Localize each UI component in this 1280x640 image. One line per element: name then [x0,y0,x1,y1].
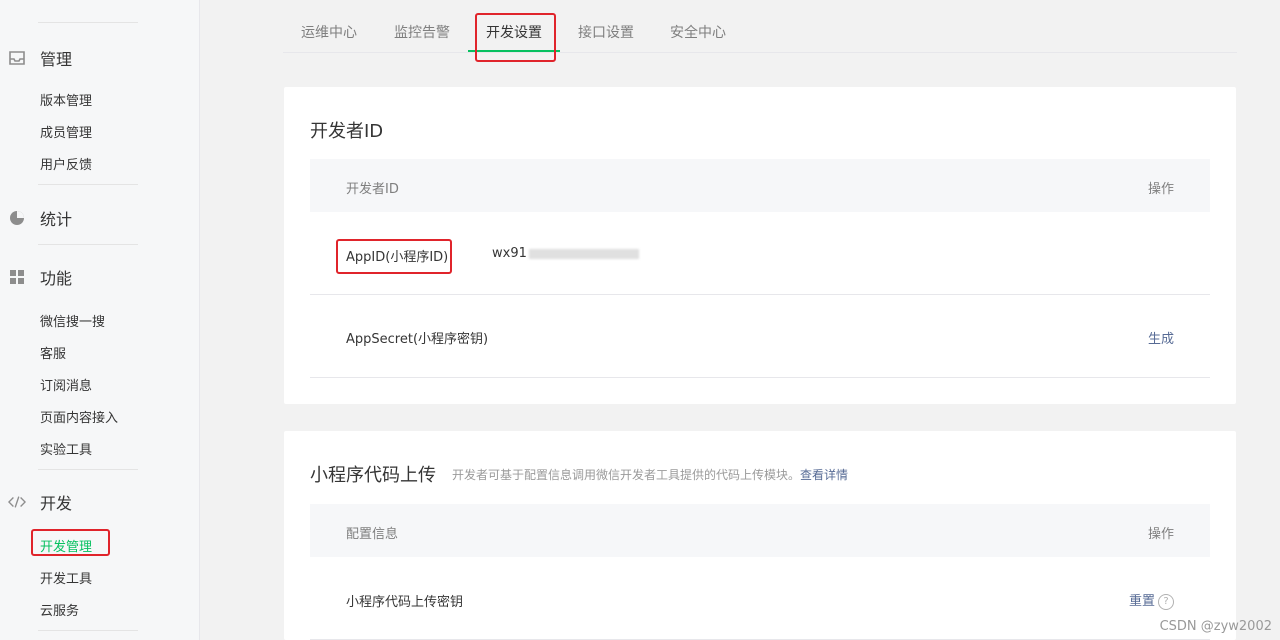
sidebar-section-title: 统计 [40,210,73,229]
table-header: 配置信息 操作 [310,504,1210,557]
card-description: 开发者可基于配置信息调用微信开发者工具提供的代码上传模块。查看详情 [452,466,848,483]
sidebar-section-title: 管理 [40,50,73,69]
tab-monitoring[interactable]: 监控告警 [394,22,450,42]
description-text: 开发者可基于配置信息调用微信开发者工具提供的代码上传模块。 [452,468,801,482]
divider [38,469,138,470]
tab-api-settings[interactable]: 接口设置 [578,22,634,42]
sidebar-section-manage[interactable]: 管理 [8,46,72,70]
sidebar-section-stats[interactable]: 统计 [8,206,72,230]
view-details-link[interactable]: 查看详情 [800,468,848,482]
pie-chart-icon [8,209,26,227]
tab-bar: 运维中心 监控告警 开发设置 接口设置 安全中心 [283,0,1237,53]
sidebar-item-version[interactable]: 版本管理 [40,90,92,109]
highlight-box [336,239,452,274]
appid-value: wx91 [492,246,639,261]
tab-security-center[interactable]: 安全中心 [670,22,726,42]
inbox-icon [8,49,26,67]
table-header: 开发者ID 操作 [310,159,1210,212]
sidebar-item-subscribe[interactable]: 订阅消息 [40,375,92,394]
highlight-box [31,529,110,556]
divider [38,22,138,23]
sidebar-item-members[interactable]: 成员管理 [40,122,92,141]
code-icon [8,493,26,511]
sidebar-item-dev-tools[interactable]: 开发工具 [40,568,92,587]
tab-ops-center[interactable]: 运维中心 [301,22,357,42]
grid-icon [8,268,26,286]
sidebar-item-search[interactable]: 微信搜一搜 [40,311,105,330]
sidebar-item-feedback[interactable]: 用户反馈 [40,154,92,173]
column-header: 配置信息 [346,527,399,542]
reset-key-control: 重置? [1129,590,1174,610]
card-title: 开发者ID [310,121,384,142]
sidebar-item-page-content[interactable]: 页面内容接入 [40,407,118,426]
table-row: AppSecret(小程序密钥) 生成 [310,295,1210,378]
divider [38,630,138,631]
upload-key-label: 小程序代码上传密钥 [346,595,464,610]
code-upload-card: 小程序代码上传 开发者可基于配置信息调用微信开发者工具提供的代码上传模块。查看详… [284,431,1236,640]
sidebar-section-features[interactable]: 功能 [8,265,72,289]
appid-value-text: wx91 [492,246,527,261]
card-title: 小程序代码上传 [310,465,436,486]
highlight-box [475,13,556,62]
sidebar-item-customer-service[interactable]: 客服 [40,343,66,362]
column-header: 操作 [1147,182,1174,197]
column-header: 开发者ID [346,182,399,197]
sidebar-section-dev[interactable]: 开发 [8,490,72,514]
sidebar-section-title: 功能 [40,269,73,288]
redacted-mask [528,248,639,259]
help-icon[interactable]: ? [1158,593,1174,610]
sidebar: 管理 版本管理 成员管理 用户反馈 统计 功能 微信搜一搜 客服 订阅消息 页面… [0,0,200,640]
sidebar-item-lab-tools[interactable]: 实验工具 [40,439,92,458]
divider [38,244,138,245]
watermark: CSDN @zyw2002 [1159,619,1272,634]
generate-secret-link[interactable]: 生成 [1148,328,1174,347]
divider [38,184,138,185]
developer-id-card: 开发者ID 开发者ID 操作 AppID(小程序ID) wx91 AppSecr… [284,87,1236,404]
appsecret-label: AppSecret(小程序密钥) [346,332,489,347]
reset-link[interactable]: 重置 [1129,594,1155,609]
table-row: 小程序代码上传密钥 重置? [310,557,1210,640]
sidebar-item-cloud[interactable]: 云服务 [40,600,79,619]
column-header: 操作 [1147,527,1174,542]
sidebar-section-title: 开发 [40,494,73,513]
